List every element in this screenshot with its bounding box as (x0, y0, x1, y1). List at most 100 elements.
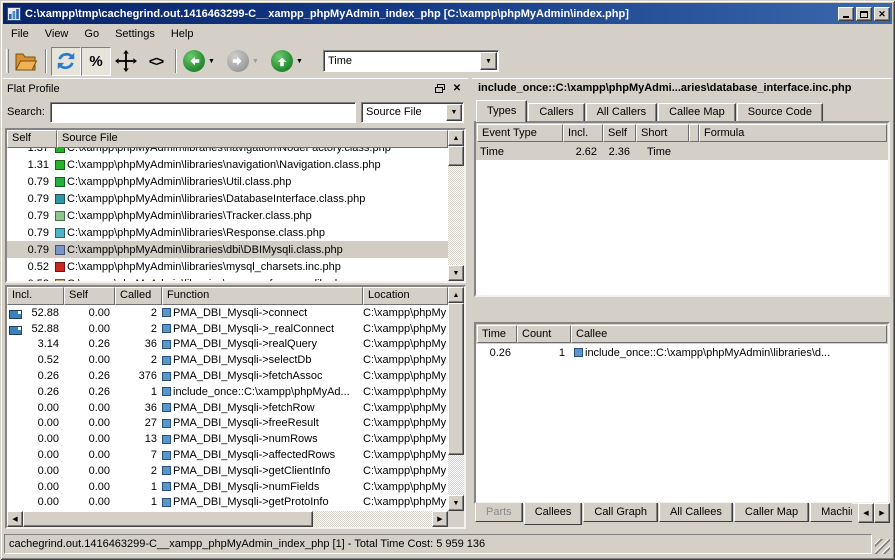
open-file-button[interactable] (11, 47, 41, 76)
source-file-row[interactable]: 0.52C:\xampp\phpMyAdmin\libraries\mysql_… (7, 258, 448, 275)
horizontal-scrollbar[interactable]: ◀ ▶ (7, 511, 464, 527)
resize-grip-icon[interactable] (875, 539, 890, 554)
title-bar[interactable]: C:\xampp\tmp\cachegrind.out.1416463299-C… (3, 3, 892, 24)
flat-profile-dock: Flat Profile ✕ Search: Source File ▼ Sel… (3, 78, 468, 530)
column-header-event-type[interactable]: Event Type (477, 124, 563, 142)
incl-cost-cell: 52.88 (7, 307, 64, 319)
combo-dropdown-button[interactable]: ▼ (480, 52, 497, 70)
scroll-right-button[interactable]: ▶ (432, 511, 448, 527)
dock-close-button[interactable]: ✕ (450, 82, 464, 95)
vertical-scrollbar[interactable]: ▲ ▼ (448, 130, 464, 281)
function-row[interactable]: 0.000.007PMA_DBI_Mysqli->affectedRowsC:\… (7, 447, 448, 463)
move-button[interactable] (111, 47, 141, 76)
menu-file[interactable]: File (3, 26, 37, 42)
column-header-self[interactable]: Self (64, 287, 115, 305)
function-row[interactable]: 0.000.001PMA_DBI_Mysqli->numFieldsC:\xam… (7, 479, 448, 495)
column-header-time[interactable]: Time (477, 325, 517, 343)
menu-view[interactable]: View (37, 26, 77, 42)
tab-types[interactable]: Types (476, 100, 527, 122)
scroll-down-button[interactable]: ▼ (448, 495, 464, 511)
location-cell: C:\xampp\phpMy (363, 402, 448, 414)
column-header-callee[interactable]: Callee (571, 325, 887, 343)
scrollbar-track[interactable] (448, 166, 464, 265)
tabs-scroll-left-button[interactable]: ◀ (858, 503, 874, 523)
close-button[interactable]: ✕ (874, 7, 890, 21)
function-row[interactable]: 52.880.002PMA_DBI_Mysqli->_realConnectC:… (7, 321, 448, 337)
menu-help[interactable]: Help (163, 26, 202, 42)
scroll-up-button[interactable]: ▲ (448, 130, 464, 146)
source-file-row[interactable]: 0.52C:\xampp\phpMyAdmin\libraries\user_p… (7, 275, 448, 281)
tab-source-code[interactable]: Source Code (737, 103, 823, 122)
source-file-row[interactable]: 0.79C:\xampp\phpMyAdmin\libraries\Databa… (7, 190, 448, 207)
column-header-count[interactable]: Count (517, 325, 571, 343)
back-dropdown-arrow[interactable]: ▼ (208, 58, 215, 65)
scrollbar-track[interactable] (313, 511, 432, 527)
tab-callee-map[interactable]: Callee Map (658, 103, 736, 122)
column-header-short[interactable]: Short (636, 124, 689, 142)
grouping-combobox[interactable]: Source File ▼ (361, 102, 464, 123)
column-header-self[interactable]: Self (7, 130, 57, 148)
combo-dropdown-button[interactable]: ▼ (446, 104, 462, 121)
function-row[interactable]: 0.000.0013PMA_DBI_Mysqli->numRowsC:\xamp… (7, 431, 448, 447)
location-cell: C:\xampp\phpMy (363, 354, 448, 366)
event-type-row[interactable]: Time2.622.36Time (476, 143, 888, 160)
function-row[interactable]: 0.260.261include_once::C:\xampp\phpMyAd.… (7, 384, 448, 400)
reload-button[interactable] (51, 47, 81, 76)
tab-callers[interactable]: Callers (528, 103, 584, 122)
up-dropdown-arrow[interactable]: ▼ (296, 58, 303, 65)
column-header-location[interactable]: Location (363, 287, 448, 305)
function-row[interactable]: 0.520.002PMA_DBI_Mysqli->selectDbC:\xamp… (7, 352, 448, 368)
column-header-function[interactable]: Function (162, 287, 363, 305)
column-header-incl[interactable]: Incl. (563, 124, 603, 142)
scrollbar-thumb[interactable] (448, 146, 464, 166)
menu-settings[interactable]: Settings (107, 26, 163, 42)
tab-call-graph[interactable]: Call Graph (583, 503, 658, 522)
function-row[interactable]: 0.000.0027PMA_DBI_Mysqli->freeResultC:\x… (7, 416, 448, 432)
back-button[interactable]: ▼ (181, 47, 225, 76)
scrollbar-thumb[interactable] (448, 303, 464, 455)
column-header-incl[interactable]: Incl. (7, 287, 64, 305)
tab-callees[interactable]: Callees (524, 503, 583, 525)
up-button[interactable]: ▼ (269, 47, 313, 76)
event-type-combobox[interactable]: Time ▼ (323, 50, 499, 72)
source-file-row[interactable]: 1.37C:\xampp\phpMyAdmin\libraries\naviga… (7, 148, 448, 156)
callee-row[interactable]: 0.261include_once::C:\xampp\phpMyAdmin\l… (476, 344, 888, 361)
scroll-left-button[interactable]: ◀ (7, 511, 23, 527)
function-row[interactable]: 0.260.26376PMA_DBI_Mysqli->fetchAssocC:\… (7, 368, 448, 384)
called-count-cell: 1 (115, 481, 162, 493)
tab-all-callees[interactable]: All Callees (659, 503, 733, 522)
tab-caller-map[interactable]: Caller Map (734, 503, 809, 522)
scroll-up-button[interactable]: ▲ (448, 287, 464, 303)
percent-toggle-button[interactable]: % (81, 47, 111, 76)
tab-machine[interactable]: Machine (810, 503, 852, 522)
scroll-down-button[interactable]: ▼ (448, 265, 464, 281)
scrollbar-track[interactable] (448, 455, 464, 495)
column-header-formula[interactable]: Formula (699, 124, 887, 142)
function-icon (162, 419, 171, 428)
source-file-row[interactable]: 0.79C:\xampp\phpMyAdmin\libraries\Respon… (7, 224, 448, 241)
source-file-row[interactable]: 1.31C:\xampp\phpMyAdmin\libraries\naviga… (7, 156, 448, 173)
function-row[interactable]: 0.000.002PMA_DBI_Mysqli->getClientInfoC:… (7, 463, 448, 479)
cycle-view-button[interactable]: <> (141, 47, 171, 76)
maximize-button[interactable] (856, 7, 872, 21)
function-row[interactable]: 0.000.001PMA_DBI_Mysqli->getProtoInfoC:\… (7, 495, 448, 511)
menu-go[interactable]: Go (76, 26, 107, 42)
source-file-row[interactable]: 0.79C:\xampp\phpMyAdmin\libraries\dbi\DB… (7, 241, 448, 258)
scrollbar-thumb[interactable] (23, 511, 313, 527)
search-input[interactable] (50, 102, 356, 123)
column-header-self[interactable]: Self (603, 124, 636, 142)
column-header-called[interactable]: Called (115, 287, 162, 305)
dock-title-bar[interactable]: Flat Profile ✕ (3, 79, 468, 98)
tab-all-callers[interactable]: All Callers (586, 103, 658, 122)
function-row[interactable]: 52.880.002PMA_DBI_Mysqli->connectC:\xamp… (7, 305, 448, 321)
tabs-scroll-right-button[interactable]: ▶ (874, 503, 890, 523)
toolbar-handle[interactable] (6, 49, 9, 73)
function-row[interactable]: 3.140.2636PMA_DBI_Mysqli->realQueryC:\xa… (7, 337, 448, 353)
vertical-scrollbar[interactable]: ▲ ▼ (448, 287, 464, 511)
function-row[interactable]: 0.000.0036PMA_DBI_Mysqli->fetchRowC:\xam… (7, 400, 448, 416)
source-file-row[interactable]: 0.79C:\xampp\phpMyAdmin\libraries\Util.c… (7, 173, 448, 190)
column-header-source-file[interactable]: Source File (57, 130, 448, 148)
source-file-row[interactable]: 0.79C:\xampp\phpMyAdmin\libraries\Tracke… (7, 207, 448, 224)
dock-float-button[interactable] (433, 82, 447, 95)
minimize-button[interactable] (838, 7, 854, 21)
